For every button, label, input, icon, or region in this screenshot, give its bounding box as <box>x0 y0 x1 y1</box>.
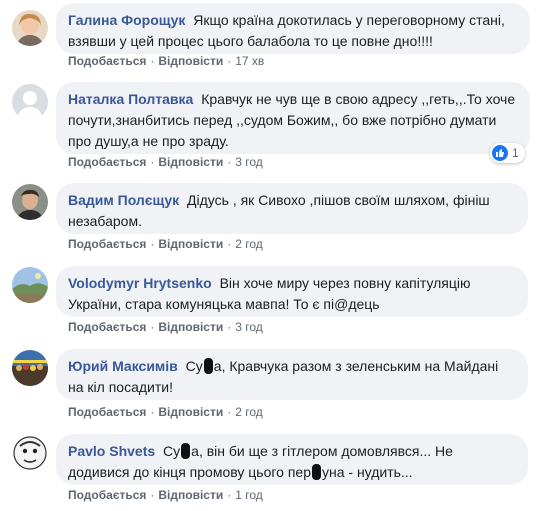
like-button[interactable]: Подобається <box>68 237 146 251</box>
comment-time[interactable]: 1 год <box>235 488 263 502</box>
avatar[interactable] <box>12 435 48 471</box>
separator: · <box>150 237 155 251</box>
like-icon <box>492 145 508 161</box>
like-button[interactable]: Подобається <box>68 488 146 502</box>
avatar[interactable] <box>12 10 48 46</box>
like-button[interactable]: Подобається <box>68 405 146 419</box>
comment-bubble: Галина Форощук Якщо країна докотилась у … <box>56 3 530 54</box>
avatar[interactable] <box>12 84 48 120</box>
separator: · <box>227 488 232 502</box>
comment-author[interactable]: Галина Форощук <box>68 12 185 28</box>
reaction-badge[interactable]: 1 <box>490 143 525 163</box>
man-photo-icon <box>12 184 48 220</box>
avatar[interactable] <box>12 184 48 220</box>
avatar[interactable] <box>12 267 48 303</box>
comment-time[interactable]: 3 год <box>235 320 263 334</box>
comment-bubble: Наталка Полтавка Кравчук не чув ще в сво… <box>56 82 530 154</box>
comment-author[interactable]: Pavlo Shvets <box>68 443 155 459</box>
comment-meta: Подобається · Відповісти · 3 год <box>68 319 263 335</box>
like-button[interactable]: Подобається <box>68 155 146 169</box>
comment-bubble: Вадим Полєщук Дідусь , як Сивохо ,пішов … <box>56 183 528 234</box>
comment-author[interactable]: Volodymyr Hrytsenko <box>68 275 212 291</box>
default-avatar-icon <box>12 84 48 120</box>
reply-button[interactable]: Відповісти <box>158 54 223 68</box>
separator: · <box>227 155 232 169</box>
comment-bubble: Юрий Максимів Су а, Кравчука разом з зеле… <box>56 349 528 400</box>
like-button[interactable]: Подобається <box>68 320 146 334</box>
separator: · <box>150 54 155 68</box>
comment-author[interactable]: Юрий Максимів <box>68 358 178 374</box>
crowd-photo-icon <box>12 350 48 386</box>
separator: · <box>150 405 155 419</box>
separator: · <box>150 155 155 169</box>
censor-blot-icon <box>203 358 213 374</box>
comment-meta: Подобається · Відповісти · 2 год <box>68 236 263 252</box>
separator: · <box>227 54 232 68</box>
reply-button[interactable]: Відповісти <box>158 237 223 251</box>
comment-meta: Подобається · Відповісти · 3 год <box>68 154 263 170</box>
reaction-count: 1 <box>512 146 519 160</box>
censor-blot-icon <box>181 443 191 459</box>
like-button[interactable]: Подобається <box>68 54 146 68</box>
comment-author[interactable]: Вадим Полєщук <box>68 192 179 208</box>
comment-meta: Подобається · Відповісти · 17 хв <box>68 53 264 69</box>
separator: · <box>227 237 232 251</box>
text-part: Су <box>185 358 203 374</box>
comment-meta: Подобається · Відповісти · 1 год <box>68 487 263 503</box>
comment-time[interactable]: 17 хв <box>235 54 264 68</box>
separator: · <box>227 320 232 334</box>
separator: · <box>150 488 155 502</box>
comment-bubble: Pavlo Shvets Су а, він би ще з гітлером д… <box>56 434 528 485</box>
comment-time[interactable]: 2 год <box>235 405 263 419</box>
comment-time[interactable]: 2 год <box>235 237 263 251</box>
comment-time[interactable]: 3 год <box>235 155 263 169</box>
reply-button[interactable]: Відповісти <box>158 320 223 334</box>
reply-button[interactable]: Відповісти <box>158 405 223 419</box>
landscape-photo-icon <box>12 267 48 303</box>
reply-button[interactable]: Відповісти <box>158 155 223 169</box>
separator: · <box>150 320 155 334</box>
avatar[interactable] <box>12 350 48 386</box>
separator: · <box>227 405 232 419</box>
comment-author[interactable]: Наталка Полтавка <box>68 91 193 107</box>
comment-bubble: Volodymyr Hrytsenko Він хоче миру через … <box>56 266 528 317</box>
comment-meta: Подобається · Відповісти · 2 год <box>68 404 263 420</box>
reply-button[interactable]: Відповісти <box>158 488 223 502</box>
woman-photo-icon <box>12 10 48 46</box>
text-part: Су <box>163 443 181 459</box>
censor-blot-icon <box>311 464 321 480</box>
cartoon-face-icon <box>12 435 48 471</box>
text-part: уна - нудить... <box>321 464 413 480</box>
